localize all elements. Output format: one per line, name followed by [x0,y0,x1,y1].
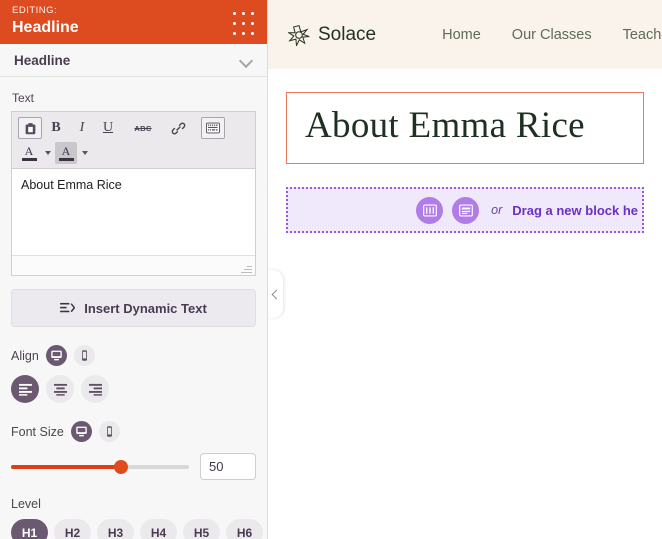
textarea-footer [12,255,255,275]
headline-block-selected[interactable]: About Emma Rice [286,92,644,164]
toolbar-row-color: A A [18,142,249,164]
site-brand[interactable]: Solace [288,24,376,46]
level-options: H1 H2 H3 H4 H5 H6 [11,519,263,539]
star-mandala-icon [288,24,310,46]
page-root: EDITING: Headline Headline Text B I U AB… [0,0,662,539]
editor-panel-header: EDITING: Headline [0,0,267,44]
editing-title: Headline [12,19,79,36]
level-h1-button[interactable]: H1 [11,519,48,539]
level-h3-button[interactable]: H3 [97,519,134,539]
align-mobile-icon[interactable] [73,345,95,366]
editing-eyebrow: EDITING: [12,5,58,16]
headline-preview-text: About Emma Rice [305,105,585,146]
page-preview: Solace Home Our Classes Teache About Emm… [268,0,662,539]
headline-section-toggle[interactable]: Headline [0,44,267,77]
slider-fill [11,464,122,469]
headline-block-wrap: About Emma Rice [268,69,662,164]
text-field-label: Text [12,91,35,105]
block-dropzone[interactable]: or Drag a new block he [286,187,644,233]
chevron-down-icon [240,56,253,65]
content-block-icon[interactable] [452,196,480,224]
align-header: Align [11,345,256,366]
align-center-icon[interactable] [46,375,74,403]
paste-clipboard-icon[interactable] [18,117,42,139]
underline-icon[interactable]: U [96,117,120,139]
level-h6-button[interactable]: H6 [226,519,263,539]
text-color-icon[interactable]: A [18,142,40,164]
headline-section-label: Headline [14,52,71,68]
align-right-icon[interactable] [81,375,109,403]
nav-item-home[interactable]: Home [442,27,481,43]
level-h5-button[interactable]: H5 [183,519,220,539]
rich-text-toolbar: B I U ABC A A [12,112,255,169]
headline-text-input[interactable] [12,169,255,255]
site-nav: Home Our Classes Teache [442,27,662,43]
dynamic-text-icon [60,302,76,313]
italic-icon[interactable]: I [70,117,94,139]
font-size-desktop-icon[interactable] [70,421,92,442]
nav-item-our-classes[interactable]: Our Classes [512,27,592,43]
source-code-icon[interactable] [201,117,225,139]
font-size-input[interactable] [200,453,256,480]
insert-dynamic-text-button[interactable]: Insert Dynamic Text [11,289,256,327]
level-h4-button[interactable]: H4 [140,519,177,539]
rich-text-editor: B I U ABC A A About Emma Rice [11,111,256,276]
font-size-header: Font Size [11,421,256,442]
align-label: Align [11,348,39,363]
insert-dynamic-text-label: Insert Dynamic Text [84,300,207,316]
columns-block-icon[interactable] [416,196,444,224]
level-label: Level [11,497,41,511]
nav-item-teachers[interactable]: Teache [623,27,662,43]
align-left-icon[interactable] [11,375,39,403]
dropzone-or-label: or [491,203,503,217]
level-h2-button[interactable]: H2 [54,519,91,539]
brand-name: Solace [318,23,377,45]
slider-knob[interactable] [114,459,129,474]
site-header: Solace Home Our Classes Teache [268,0,662,69]
highlight-color-icon[interactable]: A [55,142,77,164]
editor-panel-body: Text B I U ABC A A About Emma Rice Inser… [0,77,267,539]
font-size-control [11,453,256,480]
toolbar-row-format: B I U ABC [18,117,249,139]
chevron-left-icon[interactable] [268,270,283,318]
font-size-slider[interactable] [11,458,189,476]
font-size-mobile-icon[interactable] [98,421,120,442]
strikethrough-icon[interactable]: ABC [131,117,155,139]
font-size-label: Font Size [11,424,64,439]
resize-grip-icon[interactable] [241,262,252,273]
text-color-dropdown-caret[interactable] [42,143,53,163]
grid-dots-icon[interactable] [231,10,255,35]
align-desktop-icon[interactable] [45,345,67,366]
editor-panel: EDITING: Headline Headline Text B I U AB… [0,0,268,539]
align-options [11,375,256,403]
bold-icon[interactable]: B [44,117,68,139]
link-icon[interactable] [166,117,190,139]
highlight-color-dropdown-caret[interactable] [79,143,90,163]
dropzone-text: Drag a new block he [512,202,638,218]
